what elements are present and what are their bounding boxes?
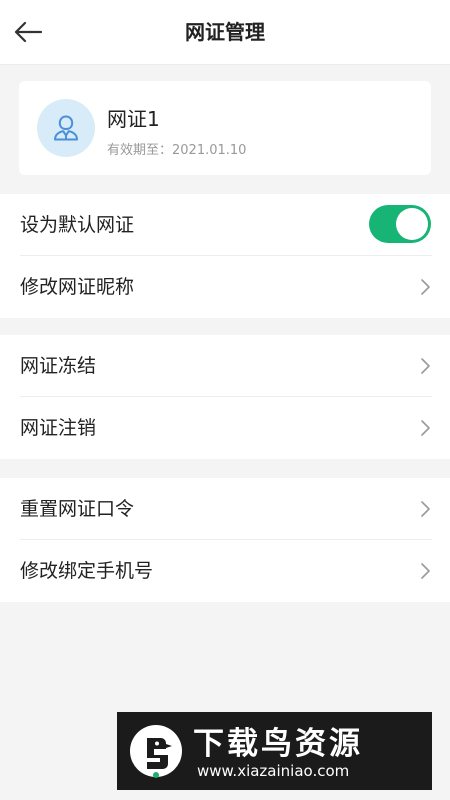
watermark: 下载鸟资源 www.xiazainiao.com — [117, 712, 432, 790]
change-phone-label: 修改绑定手机号 — [20, 560, 154, 582]
chevron-right-icon — [421, 279, 430, 295]
cancel-cert-label: 网证注销 — [20, 417, 97, 439]
chevron-right-icon — [421, 501, 430, 517]
change-phone-row[interactable]: 修改绑定手机号 — [0, 540, 450, 602]
chevron-right-icon — [421, 358, 430, 374]
chevron-right-icon — [421, 563, 430, 579]
user-icon — [54, 115, 78, 141]
cert-valid-until: 有效期至：2021.01.10 — [107, 143, 247, 158]
settings-group-status: 网证冻结 网证注销 — [0, 335, 450, 459]
cert-card-area: 网证1 有效期至：2021.01.10 — [0, 65, 450, 185]
cert-card[interactable]: 网证1 有效期至：2021.01.10 — [19, 81, 431, 175]
reset-password-label: 重置网证口令 — [20, 498, 135, 520]
cancel-cert-row[interactable]: 网证注销 — [0, 397, 450, 459]
freeze-cert-row[interactable]: 网证冻结 — [0, 335, 450, 397]
top-bar: 网证管理 — [0, 0, 450, 65]
reset-password-row[interactable]: 重置网证口令 — [0, 478, 450, 540]
settings-group-basic: 设为默认网证 修改网证昵称 — [0, 194, 450, 318]
rename-cert-row[interactable]: 修改网证昵称 — [0, 256, 450, 318]
cert-name: 网证1 — [107, 107, 160, 131]
default-cert-label: 设为默认网证 — [20, 214, 135, 236]
watermark-url: www.xiazainiao.com — [197, 762, 350, 780]
bird-logo-icon — [130, 725, 182, 778]
settings-group-security: 重置网证口令 修改绑定手机号 — [0, 478, 450, 602]
chevron-right-icon — [421, 420, 430, 436]
watermark-title: 下载鸟资源 — [193, 726, 363, 762]
toggle-knob — [396, 208, 428, 240]
rename-cert-label: 修改网证昵称 — [20, 276, 135, 298]
avatar — [37, 99, 95, 157]
default-cert-row: 设为默认网证 — [0, 194, 450, 256]
freeze-cert-label: 网证冻结 — [20, 355, 97, 377]
default-cert-toggle[interactable] — [369, 205, 431, 243]
page-title: 网证管理 — [185, 20, 265, 44]
